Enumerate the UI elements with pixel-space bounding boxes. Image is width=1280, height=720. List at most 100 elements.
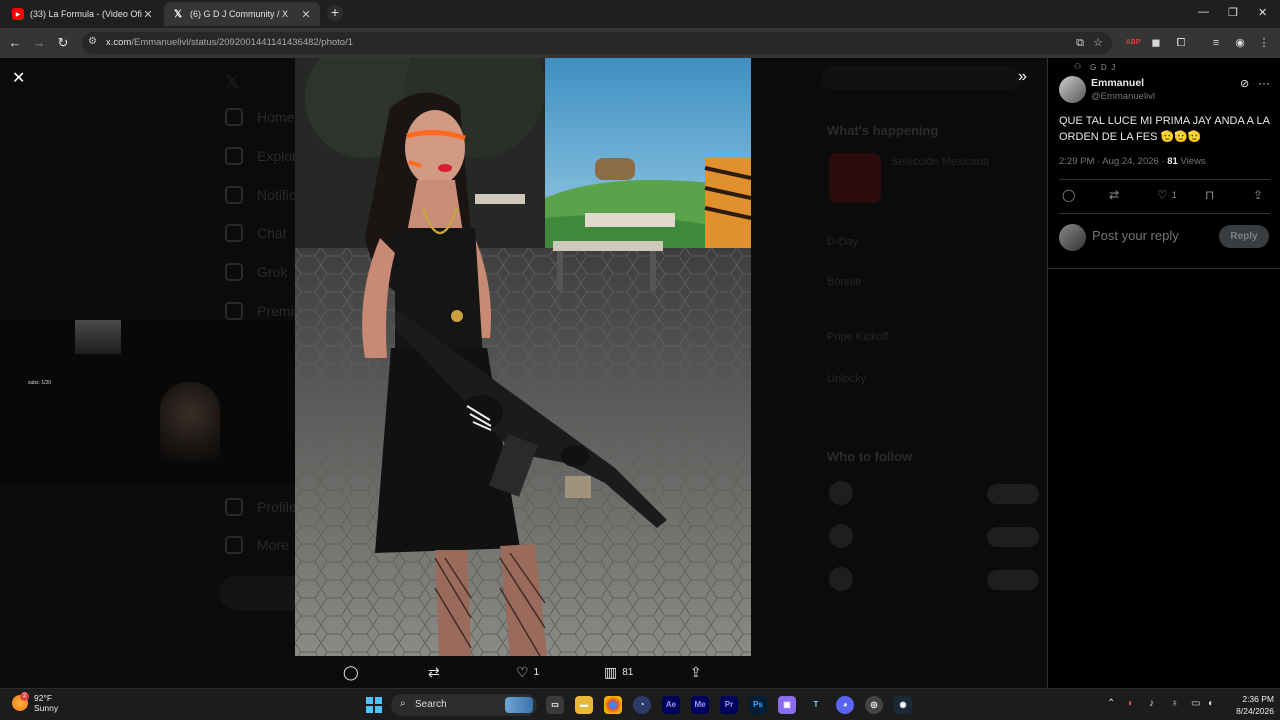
extension-adblock-icon[interactable]: ABP <box>1125 35 1141 51</box>
extension-icon[interactable]: ◼ <box>1148 35 1164 51</box>
sidebar-item-more: More <box>225 536 289 554</box>
photo-image <box>295 58 751 656</box>
like-button[interactable]: ♡ 1 <box>1157 188 1177 202</box>
tray-chevron-icon[interactable]: ⌃ <box>1107 698 1115 709</box>
minimize-icon[interactable]: — <box>1198 6 1209 18</box>
reply-action[interactable]: ◯ <box>343 664 364 681</box>
weather-widget[interactable]: 2 92°F Sunny <box>12 692 58 713</box>
share-icon[interactable]: ⇪ <box>1253 188 1263 202</box>
profile-icon[interactable]: ◉ <box>1232 35 1248 51</box>
sidebar-item-chat: Chat <box>225 224 287 242</box>
after-effects-icon[interactable]: Ae <box>662 696 680 714</box>
avatar[interactable] <box>1059 76 1086 103</box>
address-bar[interactable]: ⚙ x.com/Emmanuelivl/status/2092001441141… <box>82 32 1112 54</box>
expand-panel-icon[interactable]: » <box>1018 68 1027 86</box>
app-icon[interactable]: ▣ <box>778 696 796 714</box>
reply-button[interactable]: Reply <box>1219 225 1269 248</box>
sidebar-item-profile: Profile <box>225 498 297 516</box>
clock-time: 2:36 PM <box>1242 694 1274 704</box>
discord-icon[interactable]: ◕ <box>836 696 854 714</box>
close-photo-icon[interactable]: ✕ <box>12 68 25 88</box>
author-name[interactable]: Emmanuel <box>1091 77 1144 89</box>
volume-icon[interactable]: ◖ <box>1207 698 1213 709</box>
forward-arrow-icon[interactable]: → <box>30 34 48 52</box>
app-icon[interactable]: ◔ <box>633 696 651 714</box>
install-app-icon[interactable]: ⧉ <box>1072 35 1088 51</box>
back-arrow-icon[interactable]: ← <box>6 34 24 52</box>
trend-text: Selección Mexicana <box>891 156 989 168</box>
post-detail-panel: ⚇ G D J Emmanuel @Emmanuelivl ⊘ ··· QUE … <box>1047 58 1280 688</box>
heart-icon: ♡ <box>516 664 529 680</box>
follow-button-dimmed <box>987 527 1039 547</box>
extensions-puzzle-icon[interactable]: ⧠ <box>1173 35 1189 51</box>
x-logo-icon: 𝕏 <box>225 72 240 92</box>
steam-icon[interactable]: ◉ <box>894 696 912 714</box>
repost-icon[interactable]: ⇄ <box>1109 188 1119 202</box>
tab-gdj-community[interactable]: 𝕏 (6) G D J Community / X ✕ <box>164 2 320 26</box>
task-view-icon[interactable]: ▭ <box>546 696 564 714</box>
microphone-icon[interactable]: ♁ <box>1171 698 1179 709</box>
share-icon: ⇪ <box>690 664 702 680</box>
views-action[interactable]: ▥ 81 <box>604 664 633 681</box>
tab-close-icon[interactable]: ✕ <box>300 8 312 21</box>
window-close-icon[interactable]: ✕ <box>1258 6 1267 19</box>
windows-taskbar: 2 92°F Sunny ⌕ Search ▭ ▬ ◔ Ae Me Pr Ps ▣… <box>0 688 1280 720</box>
reply-input[interactable]: Post your reply <box>1092 228 1179 243</box>
maximize-icon[interactable]: ❐ <box>1228 6 1238 19</box>
site-info-icon[interactable]: ⚙ <box>88 36 97 47</box>
clock-date: 8/24/2026 <box>1236 706 1274 716</box>
system-clock[interactable]: 2:36 PM 8/24/2026 <box>1222 693 1274 717</box>
post-views-label: Views <box>1177 156 1206 167</box>
heart-icon: ♡ <box>1157 188 1168 202</box>
youtube-icon: ▶ <box>12 8 24 20</box>
media-encoder-icon[interactable]: Me <box>691 696 709 714</box>
chrome-icon[interactable] <box>604 696 622 714</box>
repost-action[interactable]: ⇄ <box>428 664 445 681</box>
photoshop-icon[interactable]: Ps <box>749 696 767 714</box>
like-count: 1 <box>533 667 540 678</box>
webcam-subs-text: subs: 1/20 <box>28 380 52 386</box>
repost-icon: ⇄ <box>428 664 440 680</box>
bar-chart-icon: ▥ <box>604 664 618 680</box>
grok-icon[interactable]: ⊘ <box>1240 77 1249 90</box>
browser-toolbar: ← → ↻ ⚙ x.com/Emmanuelivl/status/2092001… <box>0 28 1280 58</box>
app-icon[interactable]: ◎ <box>865 696 883 714</box>
webcam-lamp <box>75 320 121 354</box>
bookmark-star-icon[interactable]: ☆ <box>1090 35 1106 51</box>
divider <box>1059 213 1270 214</box>
tab-close-icon[interactable]: ✕ <box>142 8 154 21</box>
webcam-overlay: subs: 1/20 <box>0 320 295 486</box>
post-photo[interactable] <box>295 58 751 656</box>
display-icon[interactable]: ▭ <box>1191 698 1200 709</box>
trend-text: Unlocky <box>827 373 867 385</box>
reload-icon[interactable]: ↻ <box>54 34 72 52</box>
premiere-icon[interactable]: Pr <box>720 696 738 714</box>
browser-tabstrip: ▶ (33) La Formula - (Video Oficial ✕ 𝕏 (… <box>0 0 1280 28</box>
more-options-icon[interactable]: ··· <box>1258 76 1270 90</box>
weather-badge: 2 <box>20 692 29 701</box>
author-handle[interactable]: @Emmanuelivl <box>1091 91 1155 102</box>
app-icon[interactable]: T <box>807 696 825 714</box>
x-logo-icon: 𝕏 <box>173 8 183 20</box>
like-action[interactable]: ♡ 1 <box>516 664 539 681</box>
new-tab-button[interactable]: + <box>327 5 343 21</box>
bookmark-icon[interactable]: ⊓ <box>1205 188 1214 202</box>
tab-la-formula[interactable]: ▶ (33) La Formula - (Video Oficial ✕ <box>4 2 162 26</box>
speaker-icon[interactable]: ♪ <box>1149 698 1154 709</box>
trend-text: Bonnie <box>827 276 862 288</box>
avatar <box>829 524 853 548</box>
share-action[interactable]: ⇪ <box>690 664 707 681</box>
reply-bubble-icon[interactable]: ◯ <box>1062 188 1075 202</box>
sidebar-item-home: Home <box>225 108 294 126</box>
file-explorer-icon[interactable]: ▬ <box>575 696 593 714</box>
tray-app-icon[interactable]: ◐ <box>1128 698 1134 709</box>
address-url: x.com/Emmanuelivl/status/209200144114143… <box>106 37 354 48</box>
windows-start-icon[interactable] <box>366 697 382 713</box>
post-timestamp[interactable]: 2:29 PM · Aug 24, 2026 · <box>1059 156 1167 167</box>
trend-text: Pope Kickoff <box>827 331 889 343</box>
reply-bubble-icon: ◯ <box>343 664 359 680</box>
community-name[interactable]: G D J <box>1090 63 1116 72</box>
chrome-menu-icon[interactable]: ⋮ <box>1256 35 1272 51</box>
reading-list-icon[interactable]: ≡ <box>1208 35 1224 51</box>
taskbar-search[interactable]: ⌕ Search <box>391 694 537 716</box>
